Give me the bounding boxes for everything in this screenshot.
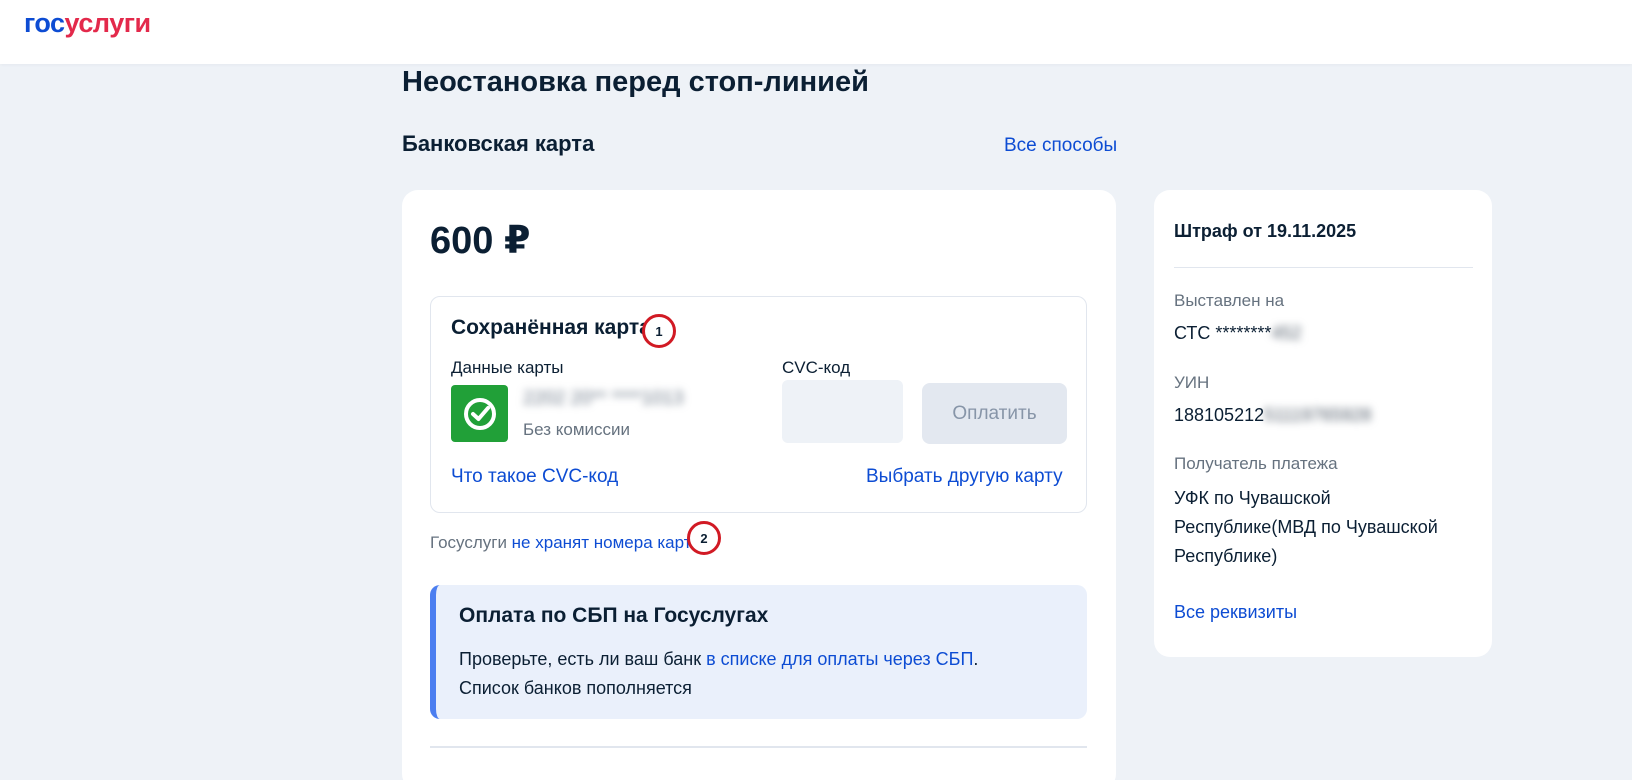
fine-divider (1174, 267, 1473, 268)
sber-check-glyph (463, 397, 496, 430)
recipient-label: Получатель платежа (1174, 454, 1338, 473)
payment-amount: 600 ₽ (430, 220, 531, 262)
uin-hidden: 51119765928 (1264, 405, 1372, 425)
sbp-text-prefix: Проверьте, есть ли ваш банк (459, 649, 707, 669)
uin-label: УИН (1174, 373, 1210, 392)
next-block-edge (430, 746, 1087, 748)
page-title: Неостановка перед стоп-линией (402, 66, 869, 98)
cvc-label: CVC-код (782, 358, 851, 377)
payment-method-title: Банковская карта (402, 131, 595, 156)
no-fee-label: Без комиссии (523, 420, 631, 439)
fine-title: Штраф от 19.11.2025 (1174, 221, 1357, 241)
sbp-title: Оплата по СБП на Госуслугах (459, 604, 769, 627)
saved-card-title: Сохранённая карта (451, 316, 651, 339)
annotation-marker-1: 1 (642, 314, 676, 348)
sbp-bank-list-link[interactable]: в списке для оплаты через СБП (706, 649, 973, 669)
annotation-marker-2: 2 (687, 521, 721, 555)
pay-button[interactable]: Оплатить (922, 383, 1067, 444)
logo-part-gos: гос (24, 8, 65, 38)
cvc-input[interactable] (782, 380, 903, 443)
issued-to-label: Выставлен на (1174, 291, 1285, 310)
sbp-text: Проверьте, есть ли ваш банк в списке для… (459, 645, 978, 703)
all-methods-link[interactable]: Все способы (1004, 135, 1117, 157)
issued-to-value: СТС ********452 (1174, 323, 1301, 344)
issued-to-hidden: 452 (1271, 323, 1302, 343)
sbp-text-line2: Список банков пополняется (459, 678, 692, 698)
card-data-label: Данные карты (451, 358, 564, 377)
note-prefix: Госуслуги (430, 533, 512, 552)
card-storage-note: Госуслуги не хранят номера карт (430, 533, 692, 553)
choose-other-card-link[interactable]: Выбрать другую карту (866, 466, 1063, 488)
sber-check-icon (451, 385, 508, 442)
uin-value: 18810521251119765928 (1174, 405, 1372, 426)
top-bar: госуслуги (0, 0, 1632, 64)
logo-part-uslugi: услуги (64, 8, 152, 38)
card-storage-link[interactable]: не хранят номера карт (512, 533, 692, 552)
card-number-masked: 2202 20** ****1013 (523, 388, 684, 409)
issued-to-visible: СТС ******** (1174, 323, 1272, 343)
what-is-cvc-link[interactable]: Что такое CVC-код (451, 466, 618, 488)
gosuslugi-logo[interactable]: госуслуги (24, 8, 151, 39)
uin-visible: 188105212 (1174, 405, 1265, 425)
recipient-value: УФК по Чувашской Республике(МВД по Чуваш… (1174, 488, 1438, 566)
sbp-text-suffix: . (973, 649, 979, 669)
all-details-link[interactable]: Все реквизиты (1174, 602, 1297, 623)
